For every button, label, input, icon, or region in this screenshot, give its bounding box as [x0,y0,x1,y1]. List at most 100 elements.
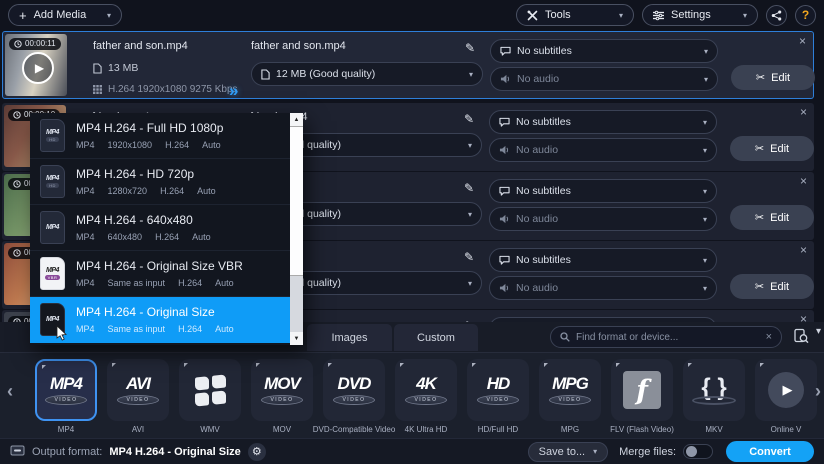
device-detect-button[interactable] [793,328,809,349]
scroll-up-icon[interactable]: ▲ [290,113,303,126]
format-preset-item[interactable]: MP4 MP4 H.264 - 640x480 MP4640x480H.264A… [30,205,290,251]
remove-file-icon[interactable]: × [800,106,807,118]
subtitles-dropdown[interactable]: No subtitles ▾ [490,39,718,63]
carousel-right-icon[interactable]: › [815,381,821,402]
edit-button[interactable]: ✂ Edit [730,274,814,299]
format-logo: ▶ [768,372,804,408]
preset-title: MP4 H.264 - 640x480 [76,213,211,227]
audio-dropdown[interactable]: No audio ▾ [489,276,717,300]
menu-scrollbar[interactable]: ▲ ▼ [290,113,303,345]
add-media-button[interactable]: + Add Media ▾ [8,4,122,26]
toggle-knob [686,446,697,457]
quality-dropdown[interactable]: 12 MB (Good quality) ▾ [251,62,483,86]
audio-value: No audio [516,144,558,156]
format-logo-banner: VIDEO [117,395,159,405]
help-button[interactable]: ? [795,5,816,26]
format-logo: HDVIDEO [477,375,519,405]
audio-dropdown[interactable]: No audio ▾ [490,67,718,91]
video-thumbnail[interactable]: 00:00:11 ▶ [5,34,67,96]
preset-meta-part: H.264 [178,278,202,288]
list-scroll-down-icon[interactable]: ▾ [816,326,821,337]
format-card[interactable]: HDVIDEO [467,359,529,421]
rename-pencil-icon[interactable]: ✎ [455,38,485,58]
format-logo-text: 4K [416,375,436,392]
mp4-file-icon: MP4 VBR [40,257,65,290]
format-logo-text: DVD [338,375,371,392]
format-preset-item[interactable]: MP4 HD MP4 H.264 - HD 720p MP41280x720H.… [30,159,290,205]
file-row[interactable]: 00:00:11 ▶ father and son.mp4 13 MB H.26… [2,31,814,99]
edit-button[interactable]: ✂ Edit [730,136,814,161]
help-question-icon: ? [802,8,809,22]
scrollbar-thumb[interactable] [290,126,303,276]
clear-search-icon[interactable]: × [766,331,772,343]
speaker-icon [499,145,510,155]
rename-pencil-icon[interactable]: ✎ [454,247,484,267]
format-card[interactable]: AVIVIDEO [107,359,169,421]
format-card[interactable]: 4KVIDEO [395,359,457,421]
format-card[interactable]: MOVVIDEO [251,359,313,421]
mouse-cursor-icon [56,325,68,341]
edit-label: Edit [770,212,789,224]
play-button[interactable]: ▶ [22,52,54,84]
tools-button[interactable]: Tools ▾ [516,4,634,26]
format-card-label: Online V [742,425,824,434]
tab-images-label: Images [331,332,367,344]
subtitles-bubble-icon [499,186,510,196]
format-card[interactable]: DVDVIDEO [323,359,385,421]
format-card[interactable]: MPGVIDEO [539,359,601,421]
tab-custom-label: Custom [417,332,455,344]
format-card[interactable] [179,359,241,421]
tab-custom[interactable]: Custom [394,324,478,351]
subtitles-value: No subtitles [516,116,571,128]
subtitles-bubble-icon [500,46,511,56]
edit-button[interactable]: ✂ Edit [730,205,814,230]
preset-meta-part: Same as input [108,324,166,334]
format-preset-item[interactable]: MP4 HD MP4 H.264 - Full HD 1080p MP41920… [30,113,290,159]
settings-button[interactable]: Settings ▾ [642,4,758,26]
format-card[interactable]: ▶ [755,359,817,421]
rename-pencil-icon[interactable]: ✎ [454,109,484,129]
remove-file-icon[interactable]: × [800,244,807,256]
audio-dropdown[interactable]: No audio ▾ [489,207,717,231]
subtitles-dropdown[interactable]: No subtitles ▾ [489,248,717,272]
preset-meta: MP4Same as inputH.264Auto [76,278,243,288]
subtitles-dropdown[interactable]: No subtitles ▾ [489,110,717,134]
tab-images[interactable]: Images [307,324,392,351]
preset-meta-part: Auto [192,232,211,242]
format-logo: MPGVIDEO [549,375,591,405]
scrollbar-track[interactable] [290,276,303,332]
merge-files-toggle[interactable] [683,444,713,459]
subtitles-bubble-icon [499,117,510,127]
carousel-left-icon[interactable]: ‹ [7,381,13,402]
preset-meta-part: MP4 [76,278,95,288]
rename-pencil-icon[interactable]: ✎ [454,178,484,198]
output-settings-button[interactable]: ⚙ [248,443,266,461]
save-to-button[interactable]: Save to... ▾ [528,442,609,462]
subtitles-value: No subtitles [517,45,572,57]
format-logo: f [623,371,661,409]
format-card[interactable]: f [611,359,673,421]
subtitles-dropdown[interactable]: No subtitles ▾ [489,179,717,203]
format-preset-item[interactable]: MP4 MP4 H.264 - Original Size MP4Same as… [30,297,290,343]
chevron-down-icon: ▾ [468,279,472,288]
format-logo-banner: VIDEO [45,395,87,405]
audio-dropdown[interactable]: No audio ▾ [489,138,717,162]
edit-label: Edit [771,72,790,84]
preset-meta-part: MP4 [76,232,95,242]
duration-text: 00:00:11 [25,39,56,48]
scroll-down-icon[interactable]: ▼ [290,332,303,345]
search-input[interactable] [576,332,760,343]
remove-file-icon[interactable]: × [799,35,806,47]
audio-value: No audio [516,213,558,225]
share-button[interactable] [766,5,787,26]
edit-button[interactable]: ✂ Edit [731,65,815,90]
preset-title: MP4 H.264 - Original Size [76,305,234,319]
format-logo: MOVVIDEO [261,375,303,405]
format-card[interactable]: { } [683,359,745,421]
format-preset-item[interactable]: MP4 VBR MP4 H.264 - Original Size VBR MP… [30,251,290,297]
convert-arrow-icon: » [229,81,238,101]
convert-button[interactable]: Convert [726,441,814,462]
chevron-down-icon: ▾ [704,75,708,84]
format-card[interactable]: MP4VIDEO [35,359,97,421]
remove-file-icon[interactable]: × [800,175,807,187]
